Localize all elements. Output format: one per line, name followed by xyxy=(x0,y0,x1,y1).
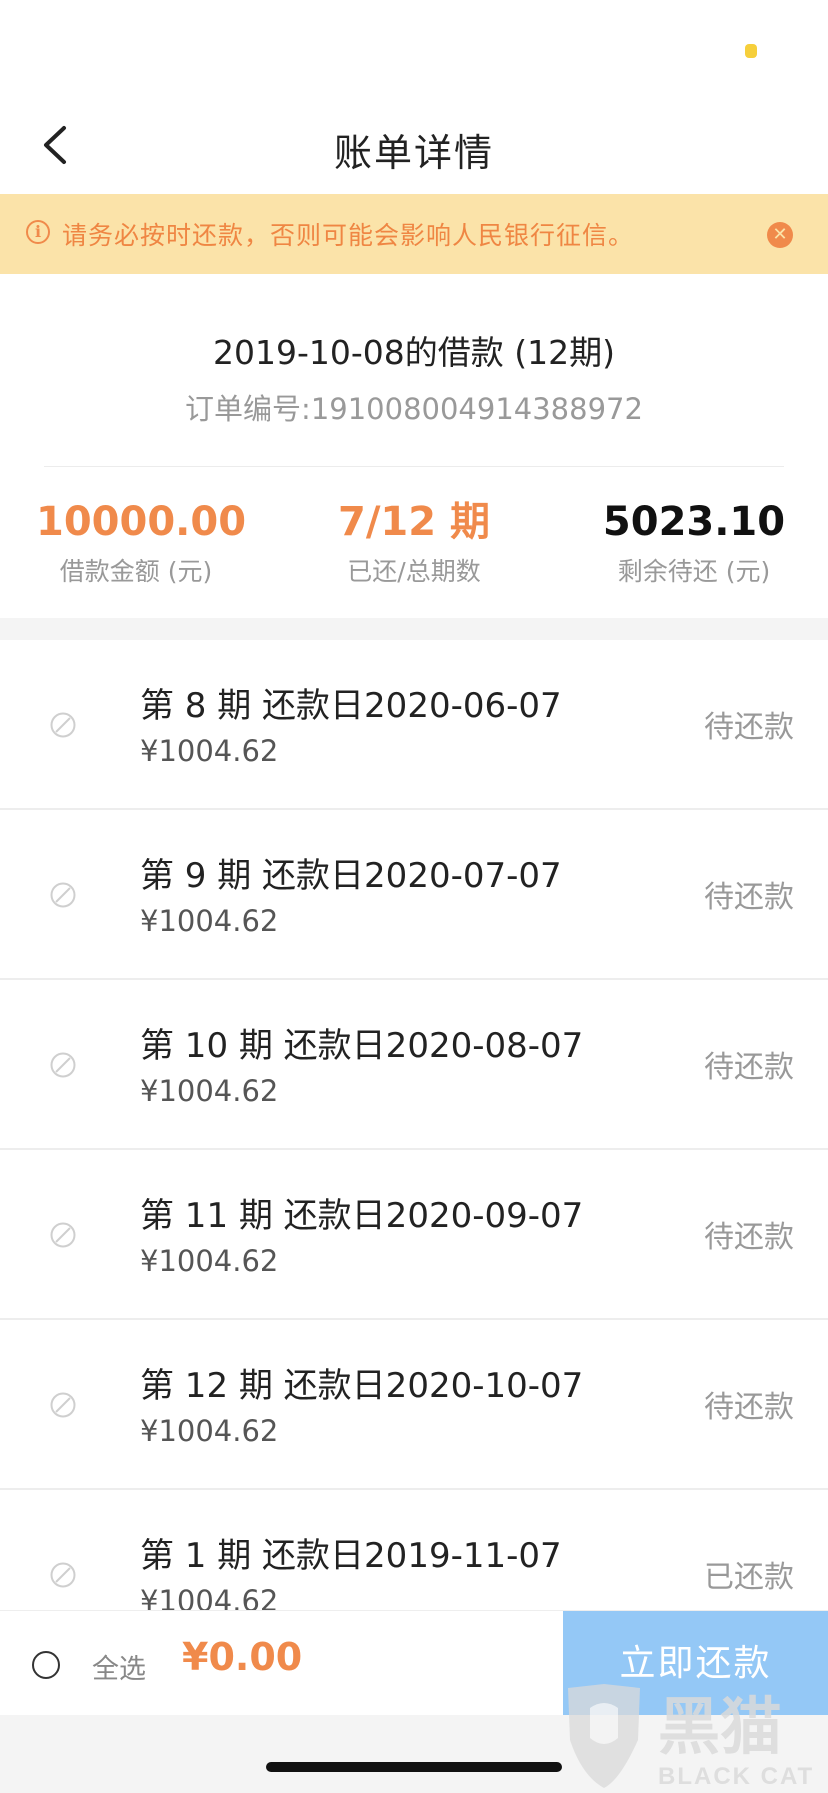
installment-status: 待还款 xyxy=(704,1390,794,1425)
home-indicator xyxy=(266,1762,562,1772)
stat-loan-amount: 10000.00 借款金额 (元) xyxy=(36,498,247,588)
installment-row[interactable]: 第 10 期 还款日2020-08-07 ¥1004.62 待还款 xyxy=(0,980,828,1150)
total-amount: ¥0.00 xyxy=(182,1635,303,1679)
checkout-bar: 全选 ¥0.00 立即还款 xyxy=(0,1610,828,1716)
installment-amount: ¥1004.62 xyxy=(140,1584,279,1610)
select-all-label[interactable]: 全选 xyxy=(92,1647,146,1686)
stat-periods: 7/12 期 已还/总期数 xyxy=(314,498,514,588)
installment-amount: ¥1004.62 xyxy=(140,904,279,938)
section-gap xyxy=(0,618,828,640)
disabled-check-icon xyxy=(50,1392,76,1418)
navigation-bar: 账单详情 xyxy=(0,100,828,194)
order-number: 订单编号:191008004914388972 xyxy=(185,392,643,426)
stat-remaining: 5023.10 剩余待还 (元) xyxy=(594,498,794,588)
installment-amount: ¥1004.62 xyxy=(140,1244,279,1278)
page-title: 账单详情 xyxy=(333,131,494,175)
installment-row[interactable]: 第 1 期 还款日2019-11-07 ¥1004.62 已还款 xyxy=(0,1490,828,1610)
status-bar xyxy=(0,0,828,100)
installment-amount: ¥1004.62 xyxy=(140,1414,279,1448)
installment-title: 第 12 期 还款日2020-10-07 xyxy=(140,1366,584,1406)
installment-status: 待还款 xyxy=(704,710,794,745)
installment-status: 待还款 xyxy=(704,880,794,915)
installment-row[interactable]: 第 8 期 还款日2020-06-07 ¥1004.62 待还款 xyxy=(0,640,828,810)
pay-now-button[interactable]: 立即还款 xyxy=(563,1611,828,1716)
close-icon[interactable]: ✕ xyxy=(767,222,793,248)
installment-title: 第 1 期 还款日2019-11-07 xyxy=(140,1536,562,1576)
loan-title: 2019-10-08的借款 (12期) xyxy=(212,333,615,372)
notice-banner: i 请务必按时还款，否则可能会影响人民银行征信。 ✕ xyxy=(0,194,828,274)
installment-row[interactable]: 第 11 期 还款日2020-09-07 ¥1004.62 待还款 xyxy=(0,1150,828,1320)
divider xyxy=(44,466,784,467)
installment-status: 已还款 xyxy=(704,1560,794,1595)
select-all-radio[interactable] xyxy=(32,1651,60,1679)
installment-amount: ¥1004.62 xyxy=(140,734,279,768)
installment-list[interactable]: 第 8 期 还款日2020-06-07 ¥1004.62 待还款 第 9 期 还… xyxy=(0,640,828,1610)
info-icon: i xyxy=(26,220,50,244)
stat-label: 借款金额 (元) xyxy=(59,557,213,586)
stat-label: 剩余待还 (元) xyxy=(617,557,771,586)
disabled-check-icon xyxy=(50,1562,76,1588)
status-indicator xyxy=(745,44,757,58)
disabled-check-icon xyxy=(50,1222,76,1248)
disabled-check-icon xyxy=(50,712,76,738)
stat-value: 10000.00 xyxy=(36,499,247,545)
loan-summary: 2019-10-08的借款 (12期) 订单编号:191008004914388… xyxy=(0,274,828,618)
stat-value: 7/12 期 xyxy=(337,499,491,545)
installment-title: 第 9 期 还款日2020-07-07 xyxy=(140,856,562,896)
disabled-check-icon xyxy=(50,1052,76,1078)
home-area xyxy=(0,1715,828,1793)
installment-row[interactable]: 第 9 期 还款日2020-07-07 ¥1004.62 待还款 xyxy=(0,810,828,980)
installment-status: 待还款 xyxy=(704,1050,794,1085)
notice-text: 请务必按时还款，否则可能会影响人民银行征信。 xyxy=(62,221,635,250)
disabled-check-icon xyxy=(50,882,76,908)
installment-title: 第 8 期 还款日2020-06-07 xyxy=(140,686,562,726)
installment-status: 待还款 xyxy=(704,1220,794,1255)
installment-title: 第 11 期 还款日2020-09-07 xyxy=(140,1196,584,1236)
installment-title: 第 10 期 还款日2020-08-07 xyxy=(140,1026,584,1066)
stat-label: 已还/总期数 xyxy=(347,557,481,586)
installment-row[interactable]: 第 12 期 还款日2020-10-07 ¥1004.62 待还款 xyxy=(0,1320,828,1490)
installment-amount: ¥1004.62 xyxy=(140,1074,279,1108)
stat-value: 5023.10 xyxy=(602,499,786,545)
